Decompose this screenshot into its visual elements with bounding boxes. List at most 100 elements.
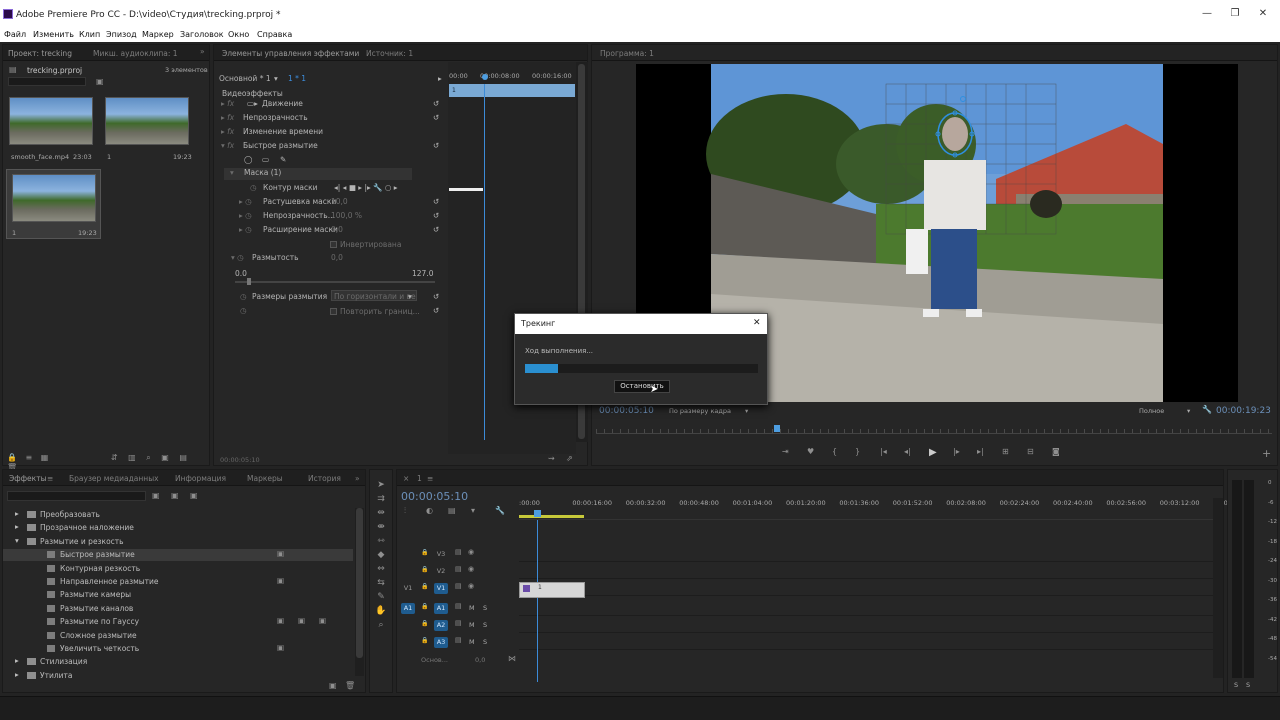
ellipse-mask-icon[interactable]: ◯ [244, 155, 252, 164]
quality-dropdown[interactable]: Полное ▾ [1135, 405, 1195, 416]
camera-icon[interactable]: ◙ [1052, 447, 1060, 456]
sync-lock-icon[interactable]: ▤ [455, 582, 462, 590]
list-view-icon[interactable]: ≡ [26, 453, 33, 462]
repeat-edge-checkbox[interactable] [330, 308, 337, 315]
effect-row-fast-blur[interactable]: ▾ fx Быстрое размытие ↺ [214, 141, 447, 153]
menu-marker[interactable]: Маркер [142, 30, 174, 39]
effect-row-opacity[interactable]: ▸ fx Непрозрачность ↺ [214, 113, 447, 125]
menu-title[interactable]: Заголовок [180, 30, 224, 39]
track-target-a1[interactable]: A1 [434, 603, 448, 614]
reset-icon[interactable]: ↺ [433, 306, 439, 315]
new-bin-icon[interactable]: ▣ [329, 681, 337, 690]
insert-icon[interactable]: ⊞ [1002, 447, 1009, 456]
razor-tool-icon[interactable]: ◆ [374, 550, 388, 560]
sync-lock-icon[interactable]: ▤ [455, 548, 462, 556]
menu-edit[interactable]: Изменить [33, 30, 74, 39]
track-target-v2[interactable]: V2 [434, 566, 448, 577]
tab-markers[interactable]: Маркеры [247, 474, 283, 483]
lock-icon[interactable]: 🔒 [421, 637, 428, 644]
tab-history[interactable]: История [308, 474, 341, 483]
effect-item[interactable]: Контурная резкость [3, 563, 353, 575]
sync-lock-icon[interactable]: ▤ [455, 636, 462, 644]
32bit-effects-icon[interactable]: ▣ [171, 491, 179, 500]
tab-sequence[interactable]: 1 [417, 474, 422, 483]
project-item[interactable]: 1 19:23 [105, 97, 195, 161]
snap-icon[interactable]: ◐ [426, 506, 433, 515]
master-clip[interactable]: Основной * 1 [219, 74, 271, 83]
timeline-playhead[interactable] [534, 510, 541, 517]
program-timecode[interactable]: 00:00:05:10 [599, 406, 654, 416]
rate-stretch-icon[interactable]: ⇿ [374, 536, 388, 546]
stopwatch-icon[interactable]: ◷ [250, 183, 257, 192]
reset-icon[interactable]: ↺ [433, 292, 439, 301]
eye-icon[interactable]: ◉ [468, 565, 474, 573]
inverted-checkbox[interactable] [330, 241, 337, 248]
menu-file[interactable]: Файл [4, 30, 26, 39]
tab-audio-mixer[interactable]: Микш. аудиоклипа: 1 [93, 49, 178, 58]
close-icon[interactable]: ✕ [1254, 8, 1272, 20]
tab-project[interactable]: Проект: trecking [8, 49, 72, 58]
panel-overflow-icon[interactable]: » [355, 474, 360, 483]
maximize-icon[interactable]: ❐ [1226, 8, 1244, 20]
track-target-a2[interactable]: A2 [434, 620, 448, 631]
timeline-ruler[interactable]: :00:00 00:00:16:00 00:00:32:00 00:00:48:00 0… [519, 498, 1232, 520]
tab-effects[interactable]: Эффекты [9, 474, 47, 483]
menu-window[interactable]: Окно [228, 30, 249, 39]
overwrite-icon[interactable]: ⊟ [1027, 447, 1034, 456]
panel-more-icon[interactable]: » [200, 47, 205, 56]
play-icon[interactable]: ▸ [438, 74, 442, 83]
mask-feather-row[interactable]: ▸ ◷ Растушевка маски 10,0 ↺ [214, 197, 447, 209]
pen-mask-icon[interactable]: ✎ [280, 155, 286, 164]
chevron-right-icon[interactable]: ▸ [15, 670, 19, 679]
track-lane[interactable] [519, 546, 1213, 562]
effect-item[interactable]: Направленное размытие ▣ [3, 576, 353, 588]
tab-effect-controls[interactable]: Элементы управления эффектами [222, 49, 359, 58]
lock-icon[interactable]: 🔒 [421, 583, 428, 590]
step-back-icon[interactable]: ◂| [904, 447, 911, 456]
go-to-in-icon[interactable]: |◂ [880, 447, 887, 456]
track-lane[interactable] [519, 600, 1213, 616]
linked-select-icon[interactable]: ▤ [448, 506, 456, 515]
track-target-a3[interactable]: A3 [434, 637, 448, 648]
mask-row[interactable]: ▾ Маска (1) [224, 168, 412, 180]
tab-source[interactable]: Источник: 1 [366, 49, 413, 58]
trash-icon[interactable]: 🗑 [345, 681, 355, 690]
playhead[interactable] [482, 74, 488, 80]
menu-clip[interactable]: Клип [79, 30, 100, 39]
program-playhead[interactable] [774, 425, 780, 432]
hand-tool-icon[interactable]: ✋ [374, 606, 388, 616]
lift-icon[interactable]: ⇥ [782, 447, 789, 456]
track-lane[interactable] [519, 634, 1213, 650]
pen-tool-icon[interactable]: ✎ [374, 592, 388, 602]
icon-view-icon[interactable]: ▦ [41, 453, 49, 462]
source-patch-v1[interactable]: V1 [401, 583, 415, 594]
stopwatch-icon[interactable]: ◷ [240, 292, 247, 301]
go-to-out-icon[interactable]: ▸| [977, 447, 984, 456]
effects-search-input[interactable] [7, 491, 146, 501]
effects-folder[interactable]: ▸ Утилита [3, 670, 353, 682]
fit-dropdown[interactable]: По размеру кадра ▾ [665, 405, 755, 416]
effects-folder[interactable]: ▾ Размытие и резкость [3, 536, 353, 548]
new-item-icon[interactable]: ▤ [179, 453, 187, 462]
timeline-clip[interactable]: 1 [519, 582, 585, 598]
dialog-close-icon[interactable]: ✕ [753, 318, 761, 328]
solo-left-button[interactable]: S [1234, 681, 1238, 689]
tab-media-browser[interactable]: Браузер медиаданных [69, 474, 159, 483]
play-icon[interactable]: ▶ [929, 447, 937, 458]
export-icon[interactable]: ⇗ [566, 454, 573, 463]
chevron-down-icon[interactable]: ▾ [15, 536, 19, 545]
reset-icon[interactable]: ↺ [433, 225, 439, 234]
effects-folder[interactable]: ▸ Преобразовать [3, 509, 353, 521]
dimensions-dropdown[interactable]: По горизонтали и ве ▾ [331, 290, 417, 301]
mark-out-icon[interactable]: } [855, 447, 860, 456]
lock-icon[interactable]: 🔒 [421, 603, 428, 610]
sync-lock-icon[interactable]: ▤ [455, 565, 462, 573]
sync-lock-icon[interactable]: ▤ [455, 619, 462, 627]
new-bin-icon[interactable]: ▣ [96, 77, 104, 86]
reset-icon[interactable]: ↺ [433, 113, 439, 122]
track-lane[interactable] [519, 580, 1213, 596]
zoom-tool-icon[interactable]: ⌕ [374, 620, 388, 630]
reset-icon[interactable]: ↺ [433, 99, 439, 108]
panel-more-icon[interactable]: ≡ [427, 474, 433, 483]
lock-icon[interactable]: 🔒 [7, 453, 17, 462]
